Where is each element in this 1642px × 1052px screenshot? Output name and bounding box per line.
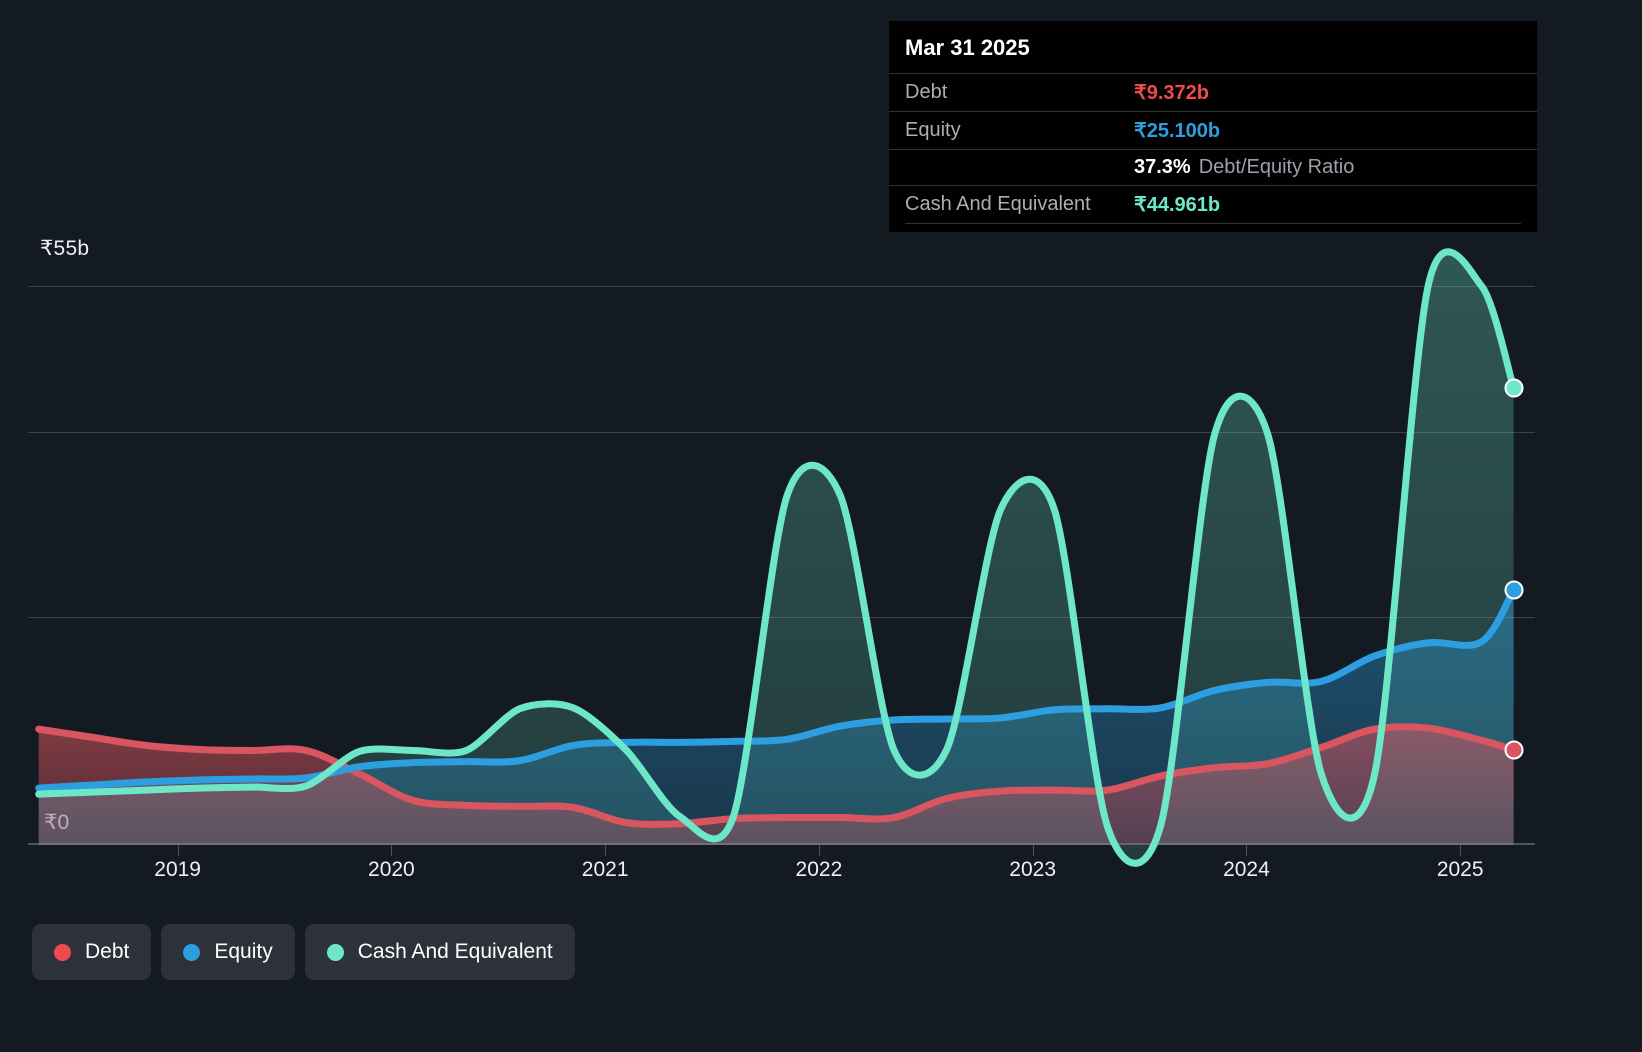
endpoint-marker-cash: [1504, 378, 1524, 398]
tooltip-row-equity: Equity ₹25.100b: [889, 111, 1537, 149]
legend-item-cash-and-equivalent[interactable]: Cash And Equivalent: [304, 924, 575, 980]
legend-dot-icon: [183, 943, 201, 961]
tooltip-row-ratio: 37.3% Debt/Equity Ratio: [889, 149, 1537, 185]
plot-region: [28, 248, 1535, 867]
tooltip-value-equity: ₹25.100b: [1134, 120, 1221, 142]
right-gutter: [1536, 0, 1642, 1052]
x-tick-mark: [1246, 845, 1248, 856]
chart-tooltip: Mar 31 2025 Debt ₹9.372b Equity ₹25.100b…: [889, 21, 1537, 232]
x-tick-label-2021: 2021: [581, 858, 629, 881]
endpoint-marker-debt: [1504, 740, 1524, 760]
legend-dot-icon: [326, 943, 344, 961]
x-tick-label-2019: 2019: [154, 858, 201, 881]
tooltip-date: Mar 31 2025: [905, 35, 1030, 60]
tooltip-row-cash: Cash And Equivalent ₹44.961b: [889, 185, 1537, 223]
tooltip-bottom-rule: [905, 223, 1521, 224]
legend-label: Cash And Equivalent: [357, 940, 553, 963]
tooltip-ratio-percent: 37.3%: [1134, 156, 1191, 178]
x-tick-label-2022: 2022: [795, 858, 843, 881]
x-tick-label-2023: 2023: [1009, 858, 1057, 881]
tooltip-label-debt: Debt: [905, 81, 948, 103]
legend-item-debt[interactable]: Debt: [32, 924, 152, 980]
tooltip-row-debt: Debt ₹9.372b: [889, 73, 1537, 111]
x-tick-mark: [1460, 845, 1462, 856]
legend-dot-icon: [54, 943, 71, 961]
chart-page: ₹55b ₹0: [0, 0, 1642, 1052]
chart-legend: Debt Equity Cash And Equivalent: [32, 924, 575, 980]
tooltip-label-equity: Equity: [905, 119, 961, 141]
series-svg: [35, 248, 1518, 867]
legend-label: Debt: [85, 940, 130, 963]
x-tick-label-2025: 2025: [1436, 858, 1484, 881]
x-tick-mark: [391, 845, 393, 856]
endpoint-marker-equity: [1504, 580, 1524, 600]
x-tick-label-2024: 2024: [1223, 858, 1270, 881]
x-tick-mark: [1032, 845, 1034, 856]
legend-label: Equity: [214, 940, 273, 963]
x-tick-mark: [177, 845, 179, 856]
x-tick-mark: [605, 845, 607, 856]
tooltip-label-cash: Cash And Equivalent: [905, 193, 1091, 215]
tooltip-value-debt: ₹9.372b: [1134, 82, 1209, 104]
tooltip-ratio-text: Debt/Equity Ratio: [1198, 156, 1355, 178]
y-axis-top-label: ₹55b: [40, 237, 90, 260]
x-tick-label-2020: 2020: [368, 858, 415, 881]
legend-item-equity[interactable]: Equity: [161, 924, 295, 980]
x-tick-mark: [818, 845, 820, 856]
tooltip-value-cash: ₹44.961b: [1134, 194, 1221, 216]
